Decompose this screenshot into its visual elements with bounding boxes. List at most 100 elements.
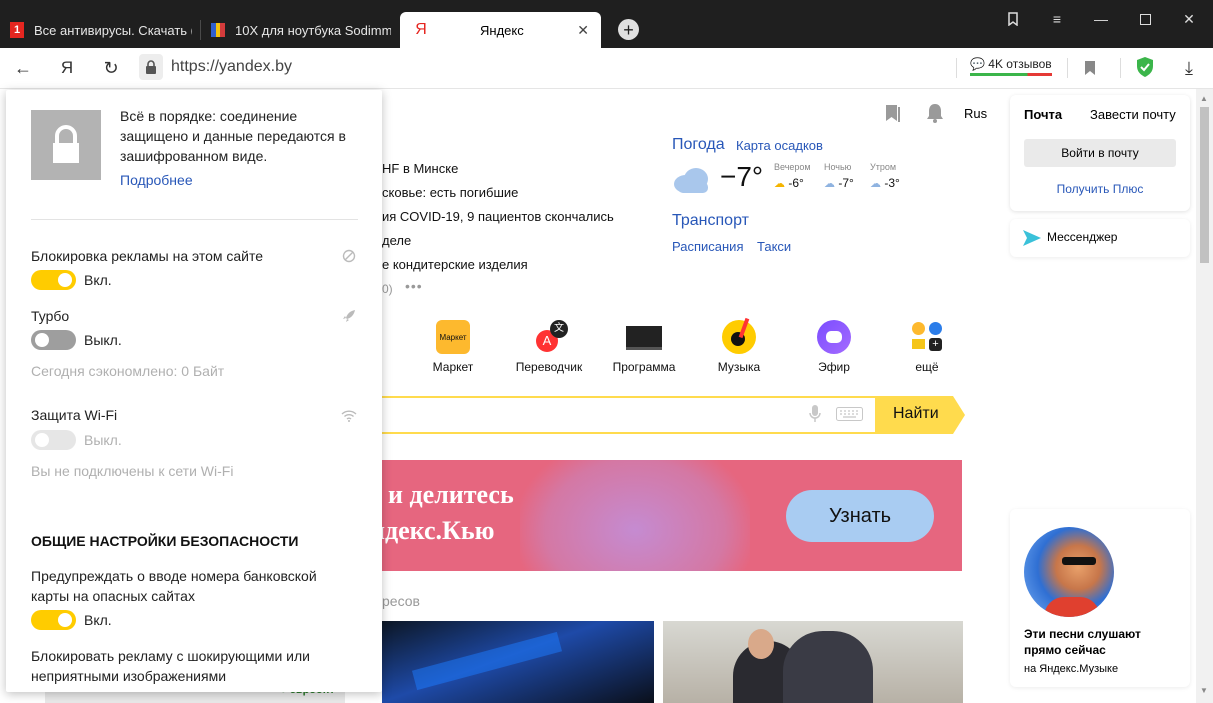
tab-antivirus[interactable]: 1 Все антивирусы. Скачать ( [10, 12, 192, 48]
close-window-icon[interactable]: ✕ [1179, 9, 1199, 29]
car-interior-image[interactable] [382, 621, 654, 703]
block-ads-icon [342, 249, 356, 263]
notifications-bell-icon[interactable] [926, 103, 944, 126]
service-market[interactable]: Маркет Маркет [418, 320, 488, 376]
weather-period: Утром ☁ -3° [870, 162, 910, 190]
card-warning-toggle[interactable] [31, 610, 76, 630]
service-more[interactable]: + ещё [892, 320, 962, 376]
tab-sodimm[interactable]: 10X для ноутбука Sodimm [211, 12, 391, 48]
music-listener-avatar [1024, 527, 1114, 617]
news-counter: 0) [382, 282, 393, 296]
mail-title[interactable]: Почта [1024, 107, 1062, 122]
bookmark-icon[interactable] [1079, 57, 1101, 79]
chat-bubble-icon: 💬 [970, 57, 985, 71]
keyboard-icon[interactable] [836, 407, 863, 424]
scroll-up-icon[interactable]: ▲ [1200, 94, 1208, 103]
tab-title: Все антивирусы. Скачать ( [34, 22, 192, 38]
more-info-link[interactable]: Подробнее [120, 170, 193, 190]
wifi-protect-toggle[interactable] [31, 430, 76, 450]
weather-title[interactable]: Погода [672, 136, 725, 154]
turbo-state: Выкл. [84, 332, 122, 348]
popup-divider [31, 219, 358, 220]
news-item[interactable]: HF в Минске [382, 161, 458, 176]
transport-title[interactable]: Транспорт [672, 212, 749, 230]
create-mail-link[interactable]: Завести почту [1090, 107, 1176, 122]
card-warning-label: Предупреждать о вводе номера банковской … [31, 568, 317, 604]
news-item[interactable]: деле [382, 233, 411, 248]
wifi-protect-label: Защита Wi-Fi [31, 407, 118, 423]
more-apps-icon: + [910, 320, 944, 354]
site-security-popup: Всё в порядке: соединение защищено и дан… [6, 90, 382, 692]
service-music[interactable]: Музыка [704, 317, 774, 376]
microphone-icon[interactable] [809, 405, 821, 426]
minimize-icon[interactable]: — [1091, 9, 1111, 29]
bookmarks-bar-icon[interactable] [1003, 9, 1023, 29]
search-input[interactable] [370, 396, 875, 434]
shop-icon [211, 22, 225, 38]
yandex-home-icon[interactable]: Я [56, 57, 78, 79]
weather-period-temp: ☁ -6° [774, 176, 804, 190]
new-tab-button[interactable]: + [618, 19, 639, 40]
browser-toolbar: ← Я ↻ https://yandex.by 💬 4K отзывов ⤓ [0, 48, 1213, 89]
service-label: ещё [915, 360, 939, 374]
news-item[interactable]: ия COVID-19, 9 пациентов скончались [382, 209, 614, 224]
efir-icon [817, 320, 851, 354]
connection-secure-text: Всё в порядке: соединение защищено и дан… [120, 108, 346, 164]
antivirus-icon: 1 [10, 22, 24, 38]
weather-period-label: Вечером [774, 162, 811, 172]
mail-login-button[interactable]: Войти в почту [1024, 139, 1176, 167]
back-icon[interactable]: ← [12, 57, 34, 79]
schedules-link[interactable]: Расписания [672, 239, 743, 254]
protect-shield-icon[interactable] [1134, 56, 1156, 78]
music-card[interactable]: Эти песни слушают прямо сейчас на Яндекс… [1010, 509, 1190, 687]
maximize-icon[interactable] [1135, 9, 1155, 29]
service-tv[interactable]: Программа [609, 320, 679, 376]
reviews-text: 4K отзывов [988, 57, 1052, 71]
news-item[interactable]: е кондитерские изделия [382, 257, 528, 272]
scrollbar-thumb[interactable] [1200, 107, 1209, 263]
news-photo-image[interactable] [663, 621, 963, 703]
wifi-protect-state: Выкл. [84, 432, 122, 448]
service-label: Программа [612, 360, 676, 374]
adblock-toggle[interactable] [31, 270, 76, 290]
banner-learn-button[interactable]: Узнать [786, 490, 934, 542]
padlock-icon [31, 110, 101, 180]
taxi-link[interactable]: Такси [757, 239, 791, 254]
tab-title: Яндекс [480, 22, 524, 38]
service-label: Маркет [432, 360, 474, 374]
yandex-icon: Я [415, 21, 427, 38]
more-dots-icon[interactable]: ••• [405, 278, 423, 294]
language-switch[interactable]: Rus [964, 106, 987, 121]
address-bar[interactable]: https://yandex.by [171, 58, 292, 76]
collections-icon[interactable] [884, 103, 902, 126]
search-button[interactable]: Найти [875, 396, 965, 434]
card-warning-state: Вкл. [84, 612, 112, 628]
service-efir[interactable]: Эфир [799, 320, 869, 376]
adblock-state: Вкл. [84, 272, 112, 288]
adblock-label: Блокировка рекламы на этом сайте [31, 248, 264, 264]
menu-icon[interactable]: ≡ [1047, 9, 1067, 29]
lock-icon[interactable] [139, 54, 163, 80]
reviews-badge[interactable]: 💬 4K отзывов [970, 57, 1052, 76]
downloads-icon[interactable]: ⤓ [1178, 57, 1200, 79]
mail-widget: Почта Завести почту Войти в почту Получи… [1010, 95, 1190, 211]
rocket-icon [342, 309, 356, 326]
get-plus-link[interactable]: Получить Плюс [1010, 182, 1190, 196]
weather-period-temp: ☁ -7° [824, 176, 854, 190]
scroll-down-icon[interactable]: ▼ [1200, 686, 1208, 695]
tab-yandex[interactable]: Я Яндекс ✕ [400, 12, 601, 48]
turbo-saved-text: Сегодня сэкономлено: 0 Байт [31, 363, 225, 379]
page-scrollbar[interactable]: ▲ ▼ [1196, 89, 1213, 703]
turbo-toggle[interactable] [31, 330, 76, 350]
rain-map-link[interactable]: Карта осадков [736, 138, 823, 153]
promo-banner[interactable]: е и делитесь ндекс.Кью Узнать [370, 460, 962, 571]
general-security-heading: ОБЩИЕ НАСТРОЙКИ БЕЗОПАСНОСТИ [31, 533, 299, 549]
messenger-widget[interactable]: Мессенджер [1010, 219, 1190, 257]
search-button-label: Найти [893, 405, 939, 422]
close-tab-icon[interactable]: ✕ [577, 22, 589, 39]
news-item[interactable]: сковье: есть погибшие [382, 185, 518, 200]
banner-line2: ндекс.Кью [370, 516, 495, 545]
service-translate[interactable]: A 文 Переводчик [514, 320, 584, 376]
reload-icon[interactable]: ↻ [100, 57, 122, 79]
wifi-icon [341, 410, 357, 425]
